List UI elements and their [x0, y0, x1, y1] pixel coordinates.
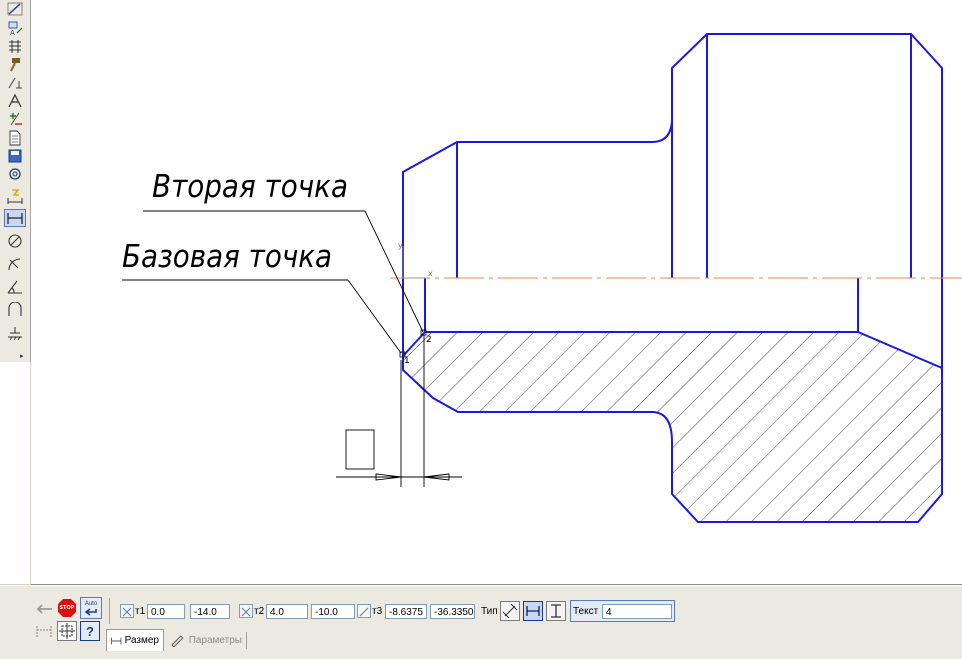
tab-size[interactable]: Размер: [106, 629, 164, 651]
save-box-icon[interactable]: [4, 147, 26, 165]
label-second-point: Вторая точка: [152, 169, 348, 205]
t3-label: т3: [372, 606, 383, 617]
help-button[interactable]: ?: [80, 621, 100, 641]
leader-lines: [122, 210, 424, 354]
t3-y-field[interactable]: -36.3350: [430, 604, 475, 619]
point-1-label: 1: [404, 356, 410, 366]
t2-toggle[interactable]: [239, 604, 253, 618]
separator: [109, 598, 110, 624]
document-icon[interactable]: [4, 129, 26, 147]
t1-toggle[interactable]: [120, 604, 134, 618]
toolbar-overflow-icon[interactable]: ▸: [20, 352, 24, 360]
roughness-icon[interactable]: [4, 324, 26, 342]
text-annotation-icon[interactable]: A: [4, 19, 26, 37]
perpendicular-icon[interactable]: [4, 74, 26, 92]
t1-label: т1: [135, 606, 146, 617]
plus-minus-icon[interactable]: [4, 110, 26, 128]
t2-label: т2: [254, 606, 265, 617]
t1-x-field[interactable]: 0.0: [147, 604, 185, 619]
radius-dimension-icon[interactable]: [4, 255, 26, 273]
arc-dimension-icon[interactable]: [4, 301, 26, 319]
pencil-icon: [171, 635, 184, 647]
stop-button[interactable]: STOP: [57, 598, 77, 618]
t2-x-field[interactable]: 4.0: [266, 604, 308, 619]
back-arrow-icon[interactable]: [33, 600, 55, 618]
tab-params[interactable]: Параметры: [166, 629, 246, 651]
svg-text:A: A: [10, 29, 15, 36]
t3-x-field[interactable]: -8.6375: [385, 604, 427, 619]
auto-create-button[interactable]: Auto: [80, 597, 102, 619]
axis-x-label: x: [428, 269, 433, 278]
text-field[interactable]: 4: [602, 604, 672, 619]
text-label: Текст: [573, 606, 599, 617]
horizontal-dimension-icon[interactable]: [4, 209, 26, 227]
point-2-label: 2: [426, 335, 432, 345]
dimension-tab-icon: [111, 637, 122, 644]
axis-y-label: y: [398, 241, 403, 250]
drawing-canvas[interactable]: x y Вторая точка Базовая точка 1 2: [31, 0, 962, 585]
linear-dimension-icon[interactable]: [4, 187, 26, 205]
label-base-point: Базовая точка: [122, 239, 332, 275]
table-grid-icon[interactable]: [4, 37, 26, 55]
angular-dimension-icon[interactable]: [4, 278, 26, 296]
dimension-dotted-icon[interactable]: [34, 622, 54, 640]
local-cs-marker: [402, 246, 428, 279]
dimension-tool-icon[interactable]: [4, 0, 26, 18]
hammer-icon[interactable]: [4, 55, 26, 73]
t2-y-field[interactable]: -10.0: [311, 604, 355, 619]
canvas-left-margin: [0, 362, 30, 584]
angle-icon[interactable]: [4, 92, 26, 110]
compact-toolbar: A ▸: [0, 0, 31, 362]
type-horizontal-button[interactable]: [523, 601, 543, 621]
t3-toggle[interactable]: [357, 604, 371, 618]
type-aligned-button[interactable]: [500, 601, 520, 621]
part-drawing[interactable]: x y Вторая точка Базовая точка 1 2: [31, 0, 962, 584]
t1-y-field[interactable]: -14.0: [190, 604, 230, 619]
type-vertical-button[interactable]: [546, 601, 566, 621]
type-label: Тип: [481, 606, 498, 617]
tab-separator: [246, 632, 247, 649]
snap-grid-button[interactable]: [57, 621, 77, 641]
spiral-icon[interactable]: [4, 165, 26, 183]
diameter-dimension-icon[interactable]: [4, 232, 26, 250]
